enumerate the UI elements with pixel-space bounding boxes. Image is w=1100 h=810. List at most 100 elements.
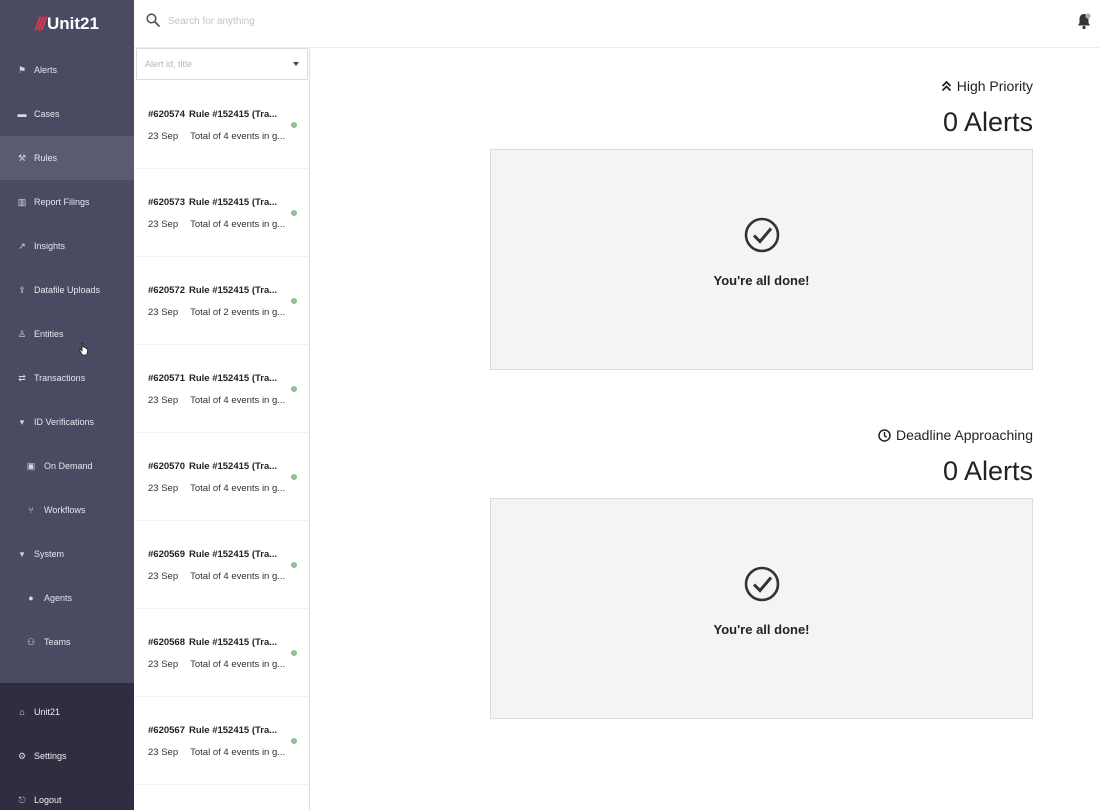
deadline-empty-state: You're all done!: [490, 498, 1033, 719]
alert-id: #620570: [148, 461, 185, 472]
sidebar-item-datafile-uploads[interactable]: ⇪ Datafile Uploads: [0, 268, 134, 312]
alert-date: 23 Sep: [148, 307, 179, 318]
alert-list-panel: Alert id, title #620574 Rule #152415 (Tra…: [134, 48, 310, 810]
alert-id: #620571: [148, 373, 185, 384]
logo-text: Unit21: [47, 14, 99, 33]
alert-list-item[interactable]: #620572 Rule #152415 (Tra... 23 Sep Total …: [134, 257, 309, 345]
bank-icon: ▥: [17, 196, 27, 207]
briefcase-icon: ▬: [17, 109, 27, 119]
sidebar-item-label: Datafile Uploads: [34, 285, 101, 295]
alert-date: 23 Sep: [148, 219, 179, 230]
user-icon: ●: [28, 593, 34, 603]
sidebar-item-id-verifications[interactable]: ▾ ID Verifications: [0, 400, 134, 444]
bell-icon[interactable]: [1076, 12, 1092, 30]
deadline-heading: Deadline Approaching: [878, 427, 1033, 443]
alert-title: Rule #152415 (Tra...: [188, 285, 278, 296]
id-card-icon: ▣: [26, 460, 36, 471]
logo[interactable]: /// Unit21: [0, 0, 134, 48]
alert-list-item[interactable]: #620573 Rule #152415 (Tra... 23 Sep Total …: [134, 169, 309, 257]
alert-filter-select[interactable]: Alert id, title: [136, 48, 308, 80]
sidebar-item-label: Cases: [34, 109, 60, 119]
sidebar-item-label: ID Verifications: [34, 417, 95, 427]
home-icon: ⌂: [19, 707, 25, 717]
status-dot: [291, 210, 297, 216]
search-input[interactable]: [168, 11, 468, 31]
status-dot: [291, 474, 297, 480]
deadline-count: 0 Alerts: [942, 456, 1033, 486]
gears-icon: ⚙: [17, 750, 27, 761]
sidebar-item-label: Report Filings: [34, 197, 90, 207]
done-message: You're all done!: [713, 273, 810, 288]
flag-icon: ⚑: [17, 64, 27, 75]
status-dot: [291, 386, 297, 392]
sidebar-item-alerts[interactable]: ⚑ Alerts: [0, 48, 134, 92]
exchange-icon: ⇄: [18, 372, 26, 383]
status-dot: [291, 122, 297, 128]
sidebar-item-label: Workflows: [44, 505, 86, 515]
alert-filter-placeholder: Alert id, title: [145, 59, 193, 69]
alert-date: 23 Sep: [148, 571, 179, 582]
check-circle-icon: [744, 217, 780, 253]
alert-date: 23 Sep: [148, 747, 179, 758]
alert-list-item[interactable]: #620571 Rule #152415 (Tra... 23 Sep Total …: [134, 345, 309, 433]
sidebar-item-logout[interactable]: ⎋ Logout: [0, 778, 134, 810]
gavel-icon: ⚒: [17, 152, 27, 163]
status-dot: [291, 562, 297, 568]
sidebar-item-unit21[interactable]: ⌂ Unit21: [0, 690, 134, 734]
alert-title: Rule #152415 (Tra...: [188, 549, 278, 560]
sidebar-item-label: Unit21: [34, 707, 61, 717]
users-icon: ⚇: [26, 636, 36, 647]
sidebar-item-label: Transactions: [34, 373, 86, 383]
person-icon: ♙: [17, 328, 27, 339]
alert-description: Total of 4 events in g...: [190, 571, 286, 582]
sidebar-item-cases[interactable]: ▬ Cases: [0, 92, 134, 136]
alert-list-item[interactable]: #620570 Rule #152415 (Tra... 23 Sep Total …: [134, 433, 309, 521]
status-dot: [291, 650, 297, 656]
alert-description: Total of 4 events in g...: [190, 659, 286, 670]
alert-list-item[interactable]: #620569 Rule #152415 (Tra... 23 Sep Total …: [134, 521, 309, 609]
sidebar-item-label: Alerts: [34, 65, 58, 75]
alert-date: 23 Sep: [148, 395, 179, 406]
status-dot: [291, 298, 297, 304]
upload-icon: ⇪: [18, 284, 26, 295]
sidebar-item-label: System: [34, 549, 65, 559]
alert-id: #620569: [148, 549, 185, 560]
sidebar-item-system[interactable]: ▾ System: [0, 532, 134, 576]
sidebar-item-teams[interactable]: ⚇ Teams: [0, 620, 134, 664]
alert-description: Total of 4 events in g...: [190, 747, 286, 758]
alert-id: #620573: [148, 197, 185, 208]
alert-title: Rule #152415 (Tra...: [188, 637, 278, 648]
top-bar: [134, 0, 1100, 48]
sidebar-item-entities[interactable]: ♙ Entities: [0, 312, 134, 356]
sidebar-item-label: Settings: [34, 751, 67, 761]
double-chevron-up-icon: [941, 80, 951, 92]
sidebar-item-report-filings[interactable]: ▥ Report Filings: [0, 180, 134, 224]
sidebar-item-on-demand[interactable]: ▣ On Demand: [0, 444, 134, 488]
caret-down-icon: [293, 62, 299, 66]
sidebar-item-workflows[interactable]: ⑂ Workflows: [0, 488, 134, 532]
alert-title: Rule #152415 (Tra...: [188, 197, 278, 208]
alert-title: Rule #152415 (Tra...: [188, 373, 278, 384]
sidebar-item-agents[interactable]: ● Agents: [0, 576, 134, 620]
sidebar-item-rules[interactable]: ⚒ Rules: [0, 136, 134, 180]
alert-description: Total of 4 events in g...: [190, 395, 286, 406]
high-priority-count: 0 Alerts: [942, 107, 1033, 137]
sidebar-item-label: Agents: [44, 593, 73, 603]
sidebar-item-label: Entities: [34, 329, 64, 339]
alert-list-item[interactable]: #620574 Rule #152415 (Tra... 23 Sep Total …: [134, 81, 309, 169]
alert-title: Rule #152415 (Tra...: [188, 725, 278, 736]
alert-date: 23 Sep: [148, 659, 179, 670]
alert-description: Total of 4 events in g...: [190, 131, 286, 142]
logo-mark: ///: [35, 13, 46, 34]
sidebar-item-insights[interactable]: ↗ Insights: [0, 224, 134, 268]
alert-id: #620568: [148, 637, 185, 648]
sidebar-item-label: Insights: [34, 241, 66, 251]
sidebar-item-settings[interactable]: ⚙ Settings: [0, 734, 134, 778]
sidebar: /// Unit21 ⚑ Alerts ▬ Cases ⚒ Rules ▥ Re…: [0, 0, 134, 810]
status-dot: [291, 738, 297, 744]
alert-id: #620574: [148, 109, 185, 120]
alert-list-item[interactable]: #620568 Rule #152415 (Tra... 23 Sep Total …: [134, 609, 309, 697]
alert-date: 23 Sep: [148, 131, 179, 142]
sidebar-item-transactions[interactable]: ⇄ Transactions: [0, 356, 134, 400]
alert-list-item[interactable]: #620567 Rule #152415 (Tra... 23 Sep Total …: [134, 697, 309, 785]
